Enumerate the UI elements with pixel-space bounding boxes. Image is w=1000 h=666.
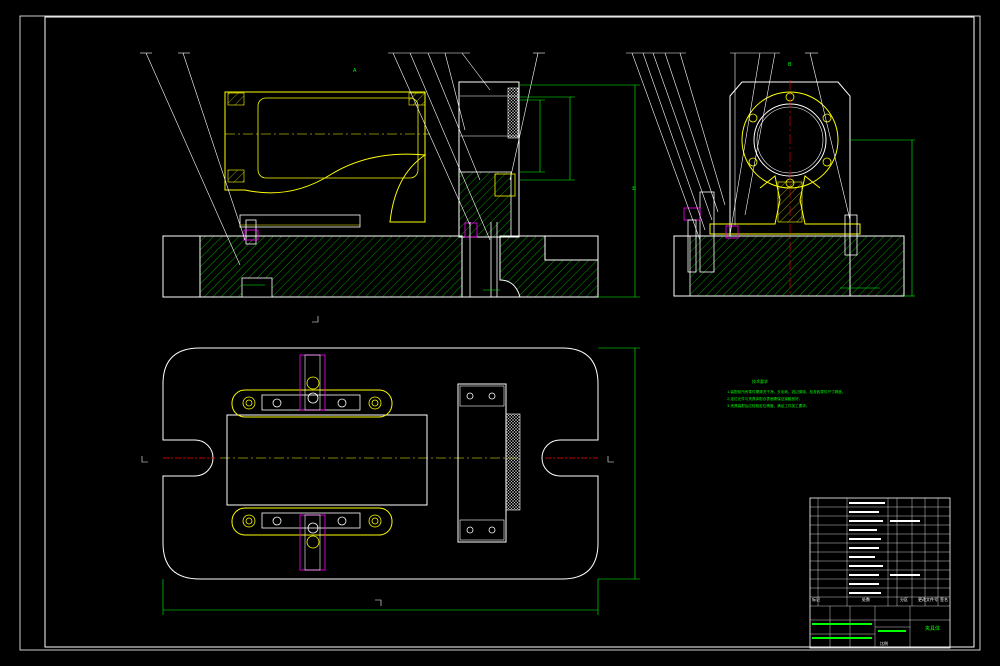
cad-drawing-canvas: A H B 技术要求 1.装配前所有零件需清洗干净，去毛刺、锐边倒钝，检查各零件… <box>19 15 981 651</box>
front-view: A H <box>140 52 640 298</box>
svg-text:A: A <box>353 68 357 74</box>
svg-text:H: H <box>632 186 638 190</box>
title-block-label: 分区 <box>900 596 908 602</box>
tech-notes-title: 技术要求 <box>752 378 768 384</box>
title-block-name: 夹具体 <box>925 625 940 632</box>
tech-note-line: 1.装配前所有零件需清洗干净，去毛刺、锐边倒钝，检查各零件尺寸精度。 <box>727 389 845 394</box>
top-clamp-column <box>457 383 507 543</box>
title-block-label: 处数 <box>862 596 870 602</box>
side-view: B <box>626 52 915 297</box>
svg-text:B: B <box>788 62 792 68</box>
front-workpiece <box>224 91 427 223</box>
top-view <box>141 316 640 615</box>
tech-notes: 技术要求 1.装配前所有零件需清洗干净，去毛刺、锐边倒钝，检查各零件尺寸精度。 … <box>727 378 845 408</box>
title-block-label: 标记 <box>812 596 820 602</box>
title-block-label: 更改文件号 <box>918 596 938 602</box>
front-base-plate <box>162 235 201 298</box>
title-block-label: 签名 <box>940 596 948 602</box>
tech-note-line: 2.定位元件与夹具体配合表面需保证接触良好。 <box>727 396 802 401</box>
tech-note-line: 3.夹具装配后应检验定位精度，满足工件加工要求。 <box>727 403 810 408</box>
title-block-scale: 比例 <box>880 640 888 646</box>
top-base-outline <box>162 347 599 580</box>
top-workpiece <box>226 414 428 506</box>
title-block: 标记 处数 分区 更改文件号 签名 夹具体 比例 <box>809 497 951 649</box>
